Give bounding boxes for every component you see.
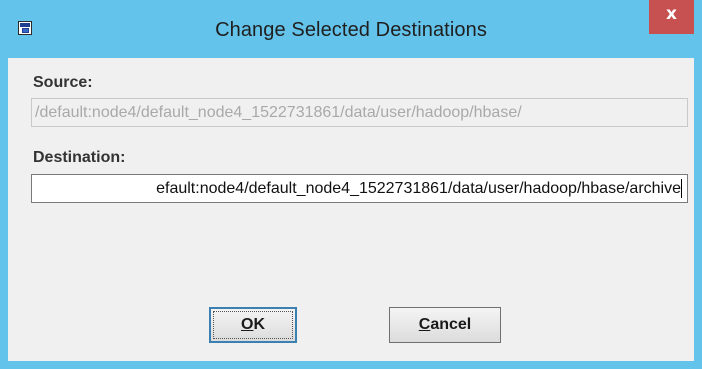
dialog-content: Source: /default:node4/default_node4_152… — [8, 58, 694, 361]
cancel-mnemonic: C — [418, 316, 431, 333]
destination-input[interactable]: efault:node4/default_node4_1522731861/da… — [31, 174, 688, 203]
text-caret — [681, 179, 682, 198]
close-button[interactable]: x — [649, 0, 694, 34]
ok-label: K — [253, 316, 265, 333]
dialog-window: Change Selected Destinations x Source: /… — [0, 0, 702, 369]
source-field: /default:node4/default_node4_1522731861/… — [31, 98, 688, 127]
ok-button[interactable]: OK — [209, 307, 297, 343]
destination-label: Destination: — [33, 149, 126, 166]
dialog-title: Change Selected Destinations — [215, 19, 487, 41]
source-label: Source: — [33, 74, 93, 91]
cancel-label: ancel — [430, 316, 472, 333]
title-bar[interactable]: Change Selected Destinations x — [0, 0, 702, 58]
ok-mnemonic: O — [240, 316, 254, 333]
cancel-button[interactable]: Cancel — [389, 307, 501, 343]
close-icon: x — [666, 4, 677, 24]
destination-input-text: efault:node4/default_node4_1522731861/da… — [156, 180, 681, 197]
